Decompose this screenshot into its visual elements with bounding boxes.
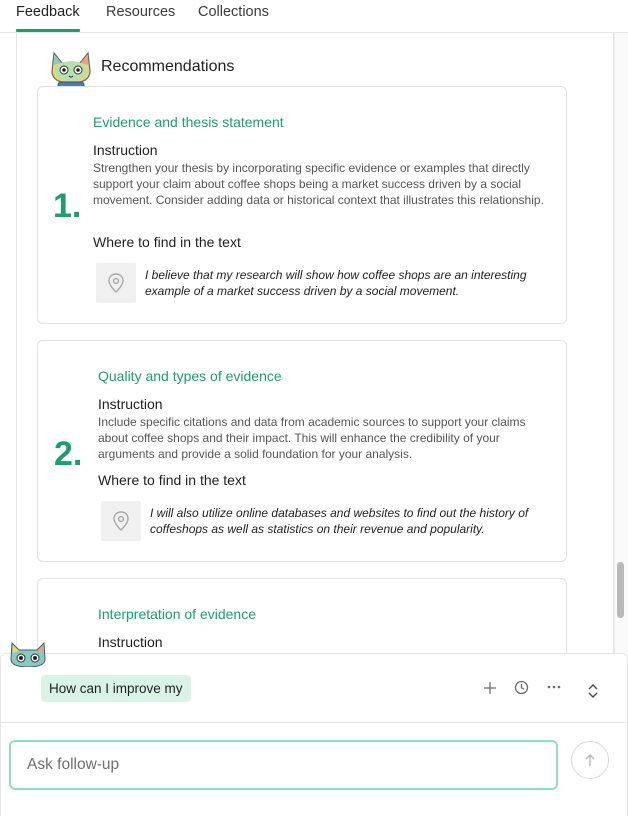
where-to-find-label: Where to find in the text [93, 234, 241, 250]
more-options-icon[interactable] [547, 684, 561, 690]
recommendation-card-1: 1. Evidence and thesis statement Instruc… [37, 86, 567, 324]
chat-divider [0, 722, 628, 723]
card-title: Interpretation of evidence [98, 606, 256, 622]
history-icon[interactable] [514, 680, 529, 695]
tab-feedback[interactable]: Feedback [16, 4, 80, 32]
instruction-label: Instruction [98, 396, 163, 412]
instruction-text: Strengthen your thesis by incorporating … [93, 161, 544, 207]
send-button[interactable] [571, 741, 609, 779]
suggestion-chip[interactable]: How can I improve my [41, 675, 191, 702]
expand-collapse-icon[interactable] [587, 683, 599, 699]
arrow-up-icon [585, 754, 595, 766]
follow-up-input-wrapper [9, 740, 558, 790]
tab-resources[interactable]: Resources [106, 4, 175, 20]
card-number: 2. [54, 435, 83, 473]
location-pin-icon [113, 511, 129, 531]
card-title: Quality and types of evidence [98, 368, 282, 384]
cat-avatar-icon [10, 641, 46, 667]
tab-bar: Feedback Resources Collections [0, 0, 628, 33]
instruction-label: Instruction [93, 142, 158, 158]
quote-text: I believe that my research will show how… [145, 268, 527, 298]
location-pin-icon [108, 273, 124, 293]
tab-collections[interactable]: Collections [198, 4, 269, 20]
recommendation-card-2: 2. Quality and types of evidence Instruc… [37, 340, 567, 562]
scrollbar-thumb[interactable] [617, 562, 624, 618]
follow-up-input[interactable] [27, 742, 527, 788]
location-pin-button[interactable] [96, 263, 136, 303]
card-title: Evidence and thesis statement [93, 114, 284, 130]
location-pin-button[interactable] [101, 501, 141, 541]
plus-icon[interactable] [483, 681, 497, 695]
instruction-text: Include specific citations and data from… [98, 415, 526, 461]
card-number: 1. [53, 187, 82, 225]
quote-text: I will also utilize online databases and… [150, 506, 529, 536]
where-to-find-label: Where to find in the text [98, 472, 246, 488]
recommendations-heading: Recommendations [101, 58, 235, 75]
scrollbar-track[interactable] [614, 33, 628, 653]
instruction-label: Instruction [98, 634, 163, 650]
